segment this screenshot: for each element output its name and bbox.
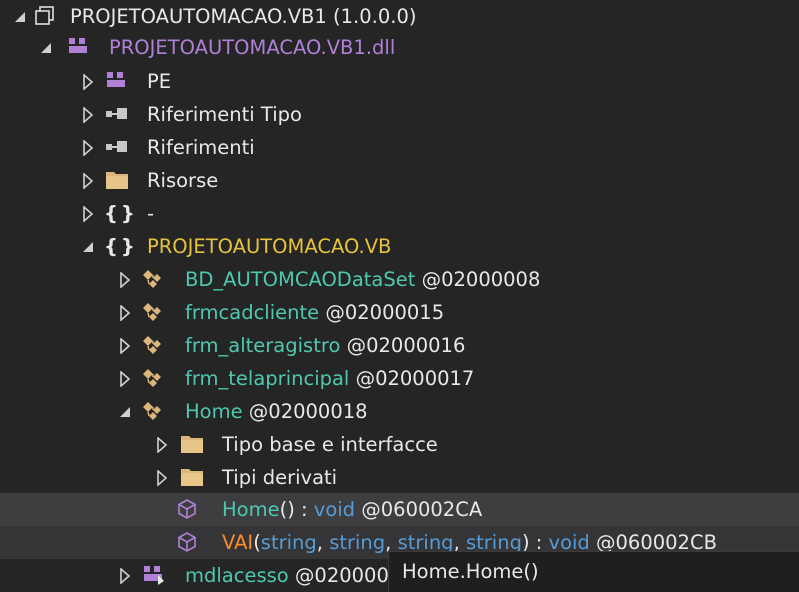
type-name: mdlacesso — [185, 564, 289, 587]
type-token: @02000008 — [421, 268, 541, 291]
expand-arrow-icon[interactable] — [154, 461, 170, 494]
collapse-arrow-icon[interactable] — [12, 0, 28, 33]
tree-node-type-references[interactable]: Riferimenti Tipo — [0, 98, 799, 131]
references-label: Riferimenti — [147, 136, 255, 159]
type-token: @02000016 — [346, 334, 466, 357]
tree-node-module[interactable]: PROJETOAUTOMACAO.VB1.dll — [0, 31, 799, 64]
type-token: @02000015 — [325, 301, 445, 324]
method-icon — [176, 530, 200, 554]
expand-arrow-icon[interactable] — [117, 362, 133, 395]
tree-node-resources[interactable]: Risorse — [0, 164, 799, 197]
type-token: @020000 — [294, 564, 389, 587]
module-icon — [104, 69, 128, 93]
type-token: @02000018 — [248, 400, 368, 423]
collapse-arrow-icon[interactable] — [117, 395, 133, 428]
derived-types-label: Tipi derivati — [222, 466, 338, 489]
tree-node-home[interactable]: Home @02000018 — [0, 395, 799, 428]
expand-arrow-icon[interactable] — [80, 197, 96, 230]
tree-node-namespace[interactable]: {} PROJETOAUTOMACAO.VB — [0, 230, 799, 263]
tree-node-derived-types[interactable]: Tipi derivati — [0, 461, 799, 494]
folder-icon — [104, 168, 128, 192]
param-type: string — [329, 531, 386, 554]
pe-label: PE — [147, 70, 172, 93]
assembly-icon — [33, 4, 57, 28]
tree-node-type[interactable]: frm_alteragistro @02000016 — [0, 329, 799, 362]
type-name: Home — [185, 400, 243, 423]
expand-arrow-icon[interactable] — [80, 65, 96, 98]
paren-open: ( — [253, 531, 261, 554]
expand-arrow-icon[interactable] — [80, 131, 96, 164]
collapse-arrow-icon[interactable] — [80, 230, 96, 263]
tree-node-base-types[interactable]: Tipo base e interfacce — [0, 428, 799, 461]
assembly-label: PROJETOAUTOMACAO.VB1 (1.0.0.0) — [70, 5, 417, 28]
type-name: frm_alteragistro — [185, 334, 341, 357]
reference-icon — [104, 102, 128, 126]
type-name: BD_AUTOMCAODataSet — [185, 268, 416, 291]
expand-arrow-icon[interactable] — [117, 329, 133, 362]
expand-arrow-icon[interactable] — [154, 428, 170, 461]
expand-arrow-icon[interactable] — [117, 263, 133, 296]
method-token: @060002CA — [361, 498, 483, 521]
class-icon — [141, 399, 165, 423]
tooltip-text: Home.Home() — [402, 560, 539, 583]
expand-arrow-icon[interactable] — [80, 98, 96, 131]
expand-arrow-icon[interactable] — [117, 559, 133, 592]
expand-arrow-icon[interactable] — [80, 164, 96, 197]
class-icon — [141, 333, 165, 357]
tree-node-type[interactable]: BD_AUTOMCAODataSet @02000008 — [0, 263, 799, 296]
param-separator: , — [316, 531, 330, 554]
module-icon — [66, 35, 90, 59]
module-type-icon — [141, 563, 165, 587]
folder-icon — [179, 432, 203, 456]
method-return-type: void — [313, 498, 356, 521]
class-icon — [141, 267, 165, 291]
resources-label: Risorse — [147, 169, 219, 192]
folder-icon — [179, 465, 203, 489]
method-separator: : — [294, 498, 314, 521]
method-params: () — [279, 498, 295, 521]
base-types-label: Tipo base e interfacce — [222, 433, 438, 456]
tree-node-pe[interactable]: PE — [0, 65, 799, 98]
tree-node-type[interactable]: frm_telaprincipal @02000017 — [0, 362, 799, 395]
tree-node-type[interactable]: frmcadcliente @02000015 — [0, 296, 799, 329]
namespace-label: PROJETOAUTOMACAO.VB — [147, 235, 392, 258]
module-label: PROJETOAUTOMACAO.VB1.dll — [109, 36, 396, 59]
namespace-icon: {} — [104, 235, 138, 258]
expand-arrow-icon[interactable] — [117, 296, 133, 329]
empty-namespace-label: - — [147, 202, 155, 225]
param-type: string — [260, 531, 317, 554]
type-name: frmcadcliente — [185, 301, 320, 324]
type-name: frm_telaprincipal — [185, 367, 350, 390]
tooltip: Home.Home() — [388, 551, 799, 592]
type-references-label: Riferimenti Tipo — [147, 103, 302, 126]
class-icon — [141, 366, 165, 390]
tree-node-assembly[interactable]: PROJETOAUTOMACAO.VB1 (1.0.0.0) — [0, 0, 799, 33]
tree-node-constructor[interactable]: Home() : void @060002CA — [0, 493, 799, 526]
type-token: @02000017 — [355, 367, 475, 390]
collapse-arrow-icon[interactable] — [38, 31, 54, 64]
tree-node-references[interactable]: Riferimenti — [0, 131, 799, 164]
method-icon — [176, 497, 200, 521]
tree-node-empty-namespace[interactable]: {} - — [0, 197, 799, 230]
namespace-icon: {} — [104, 202, 138, 225]
method-name: Home — [222, 498, 280, 521]
reference-icon — [104, 135, 128, 159]
class-icon — [141, 300, 165, 324]
method-name: VAI — [222, 531, 254, 554]
